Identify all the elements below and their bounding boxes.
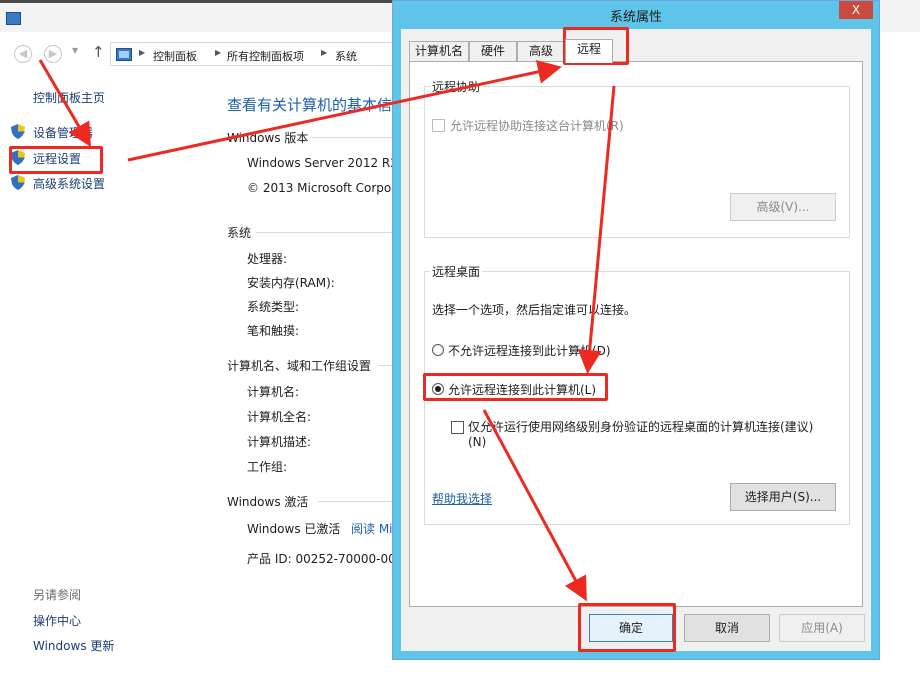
section-divider bbox=[256, 232, 394, 233]
highlight-remote-settings bbox=[9, 146, 103, 174]
recent-locations-chevron-icon[interactable]: ▼ bbox=[72, 46, 78, 55]
pen-touch-label: 笔和触摸: bbox=[247, 324, 300, 338]
advanced-button[interactable]: 高级(V)... bbox=[730, 193, 836, 221]
section-divider bbox=[318, 501, 394, 502]
dialog-frame bbox=[393, 651, 879, 659]
breadcrumb-control-panel[interactable]: 控制面板 bbox=[153, 48, 197, 64]
page-title: 查看有关计算机的基本信 bbox=[227, 96, 393, 114]
memory-label: 安装内存(RAM): bbox=[247, 276, 335, 290]
cancel-button[interactable]: 取消 bbox=[684, 614, 770, 642]
activation-terms-link[interactable]: 阅读 Mi bbox=[351, 520, 393, 537]
workgroup-label: 工作组: bbox=[247, 460, 288, 474]
breadcrumb-system[interactable]: 系统 bbox=[335, 48, 357, 64]
back-arrow-icon[interactable]: ◀ bbox=[14, 45, 32, 63]
copyright-text: © 2013 Microsoft Corpo bbox=[247, 181, 392, 195]
system-properties-dialog: 系统属性 X 计算机名 硬件 高级 远程 远程协助 允许远程协助连接这台计算机(… bbox=[392, 0, 880, 660]
sidebar-control-panel-home[interactable]: 控制面板主页 bbox=[33, 89, 105, 106]
remote-desktop-instruction: 选择一个选项，然后指定谁可以连接。 bbox=[432, 303, 637, 317]
forward-arrow-icon[interactable]: ▶ bbox=[44, 45, 62, 63]
control-panel-icon bbox=[116, 48, 132, 61]
disallow-remote-radio[interactable] bbox=[432, 344, 444, 356]
sidebar-item-device-manager[interactable]: 设备管理器 bbox=[33, 124, 93, 141]
system-window-icon bbox=[6, 12, 21, 25]
tab-computer-name[interactable]: 计算机名 bbox=[409, 41, 469, 62]
highlight-allow-remote-option bbox=[423, 373, 608, 401]
close-icon: X bbox=[851, 3, 861, 17]
address-bar[interactable]: ▶ 控制面板 ▶ 所有控制面板项 ▶ 系统 bbox=[110, 42, 400, 66]
close-button[interactable]: X bbox=[839, 1, 873, 19]
see-also-heading: 另请参阅 bbox=[33, 588, 82, 602]
activation-section-heading: Windows 激活 bbox=[227, 495, 309, 509]
system-type-label: 系统类型: bbox=[247, 300, 300, 314]
dialog-frame bbox=[871, 29, 879, 659]
computer-section-heading: 计算机名、域和工作组设置 bbox=[227, 359, 372, 373]
help-me-choose-link[interactable]: 帮助我选择 bbox=[432, 490, 492, 507]
computer-name-label: 计算机名: bbox=[247, 385, 300, 399]
tab-hardware[interactable]: 硬件 bbox=[469, 41, 517, 62]
nla-only-checkbox[interactable] bbox=[451, 421, 464, 434]
navigation-bar: ◀ ▶ ▼ ↑ ▶ 控制面板 ▶ 所有控制面板项 ▶ 系统 bbox=[0, 40, 400, 68]
remote-desktop-group-label: 远程桌面 bbox=[430, 263, 483, 280]
shield-icon bbox=[11, 124, 25, 139]
see-also-windows-update[interactable]: Windows 更新 bbox=[33, 637, 114, 654]
breadcrumb-all-items[interactable]: 所有控制面板项 bbox=[227, 48, 304, 64]
titlebar-strip bbox=[0, 0, 392, 3]
breadcrumb-separator[interactable]: ▶ bbox=[139, 48, 145, 57]
section-divider bbox=[310, 137, 394, 138]
product-id: 产品 ID: 00252-70000-000 bbox=[247, 552, 404, 566]
full-computer-name-label: 计算机全名: bbox=[247, 410, 312, 424]
edition-name: Windows Server 2012 R2 bbox=[247, 156, 398, 170]
tab-remote[interactable]: 远程 bbox=[565, 39, 613, 63]
edition-section-heading: Windows 版本 bbox=[227, 131, 309, 145]
shield-icon bbox=[11, 175, 25, 190]
apply-button[interactable]: 应用(A) bbox=[779, 614, 865, 642]
nla-only-label-hotkey[interactable]: (N) bbox=[468, 435, 486, 449]
disallow-remote-label[interactable]: 不允许远程连接到此计算机(D) bbox=[448, 342, 611, 359]
tab-advanced[interactable]: 高级 bbox=[517, 41, 565, 62]
computer-description-label: 计算机描述: bbox=[247, 435, 312, 449]
highlight-ok-button bbox=[578, 603, 676, 652]
dialog-frame bbox=[393, 29, 401, 659]
up-arrow-icon[interactable]: ↑ bbox=[92, 43, 105, 61]
remote-tab-panel: 远程协助 允许远程协助连接这台计算机(R) 高级(V)... 远程桌面 选择一个… bbox=[409, 61, 863, 607]
select-users-button[interactable]: 选择用户(S)... bbox=[730, 483, 836, 511]
dialog-title: 系统属性 bbox=[609, 10, 662, 25]
activation-status: Windows 已激活 bbox=[247, 522, 341, 536]
dialog-titlebar[interactable]: 系统属性 X bbox=[393, 1, 879, 29]
system-section-heading: 系统 bbox=[227, 226, 252, 240]
breadcrumb-separator[interactable]: ▶ bbox=[321, 48, 327, 57]
remote-assistance-group-label: 远程协助 bbox=[430, 78, 483, 95]
see-also-action-center[interactable]: 操作中心 bbox=[33, 612, 81, 629]
breadcrumb-separator[interactable]: ▶ bbox=[215, 48, 221, 57]
processor-label: 处理器: bbox=[247, 252, 288, 266]
sidebar-item-advanced-settings[interactable]: 高级系统设置 bbox=[33, 175, 105, 192]
allow-remote-assistance-label: 允许远程协助连接这台计算机(R) bbox=[450, 119, 624, 133]
nla-only-label[interactable]: 仅允许运行使用网络级别身份验证的远程桌面的计算机连接(建议) bbox=[468, 418, 813, 435]
allow-remote-assistance-checkbox[interactable] bbox=[432, 119, 445, 132]
